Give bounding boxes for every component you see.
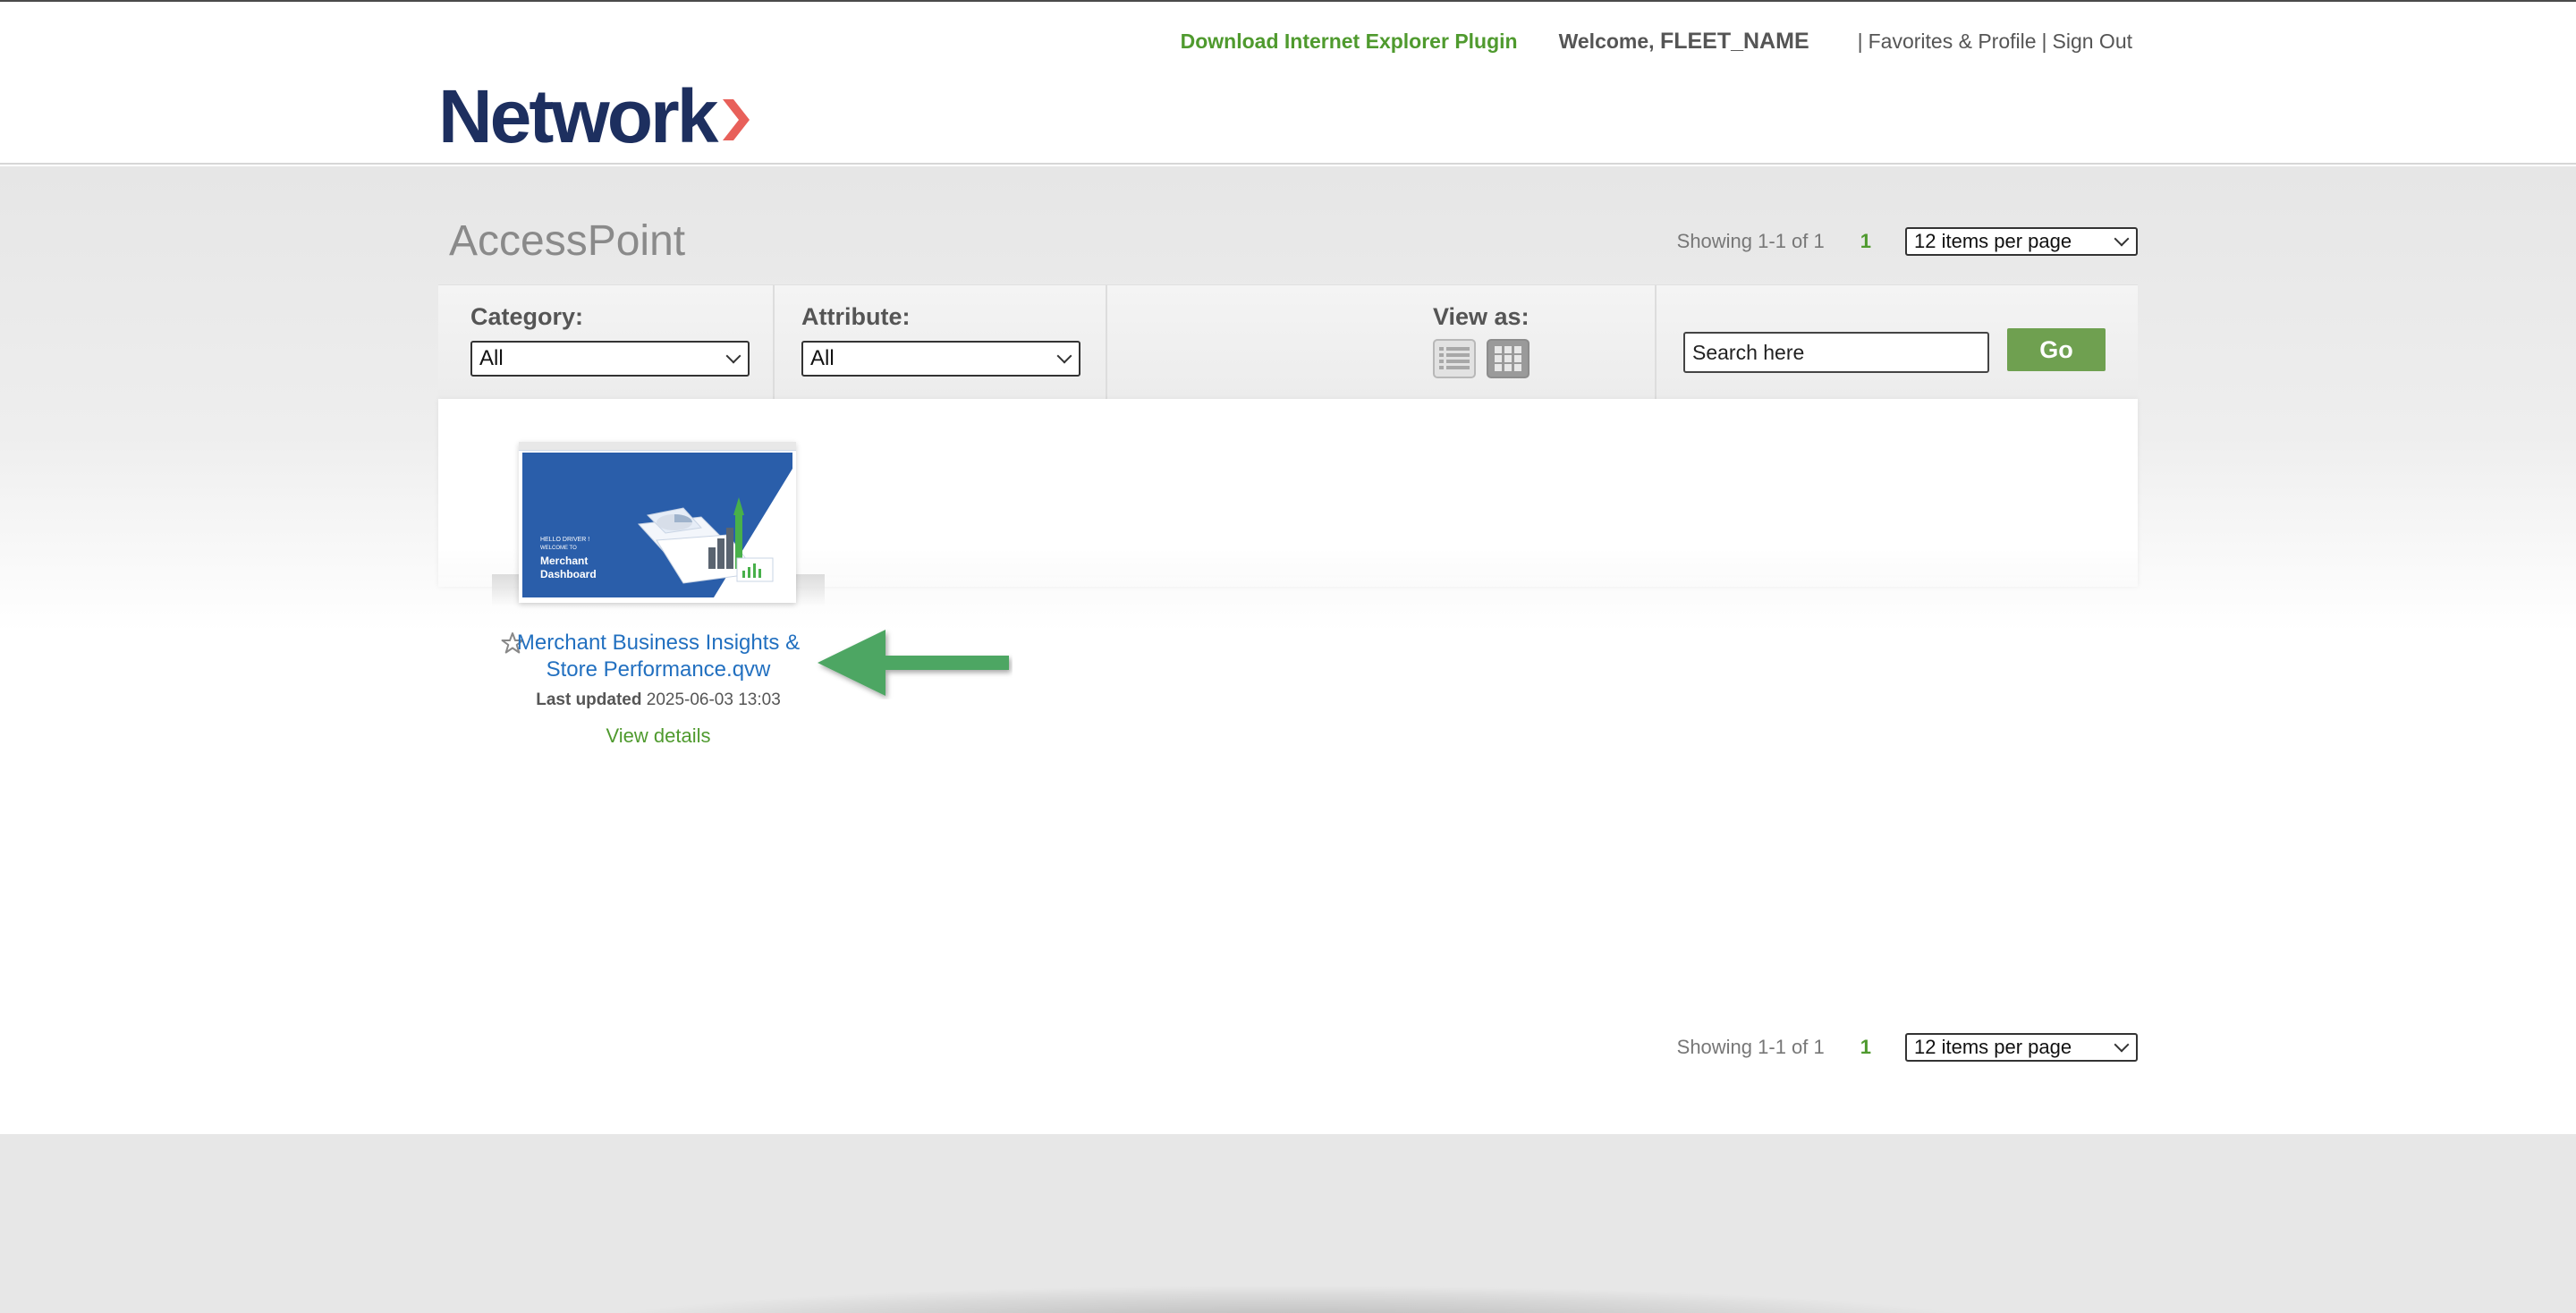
go-button[interactable]: Go <box>2007 328 2106 371</box>
category-label: Category: <box>470 303 584 330</box>
favorites-profile-link[interactable]: Favorites & Profile <box>1868 30 2037 54</box>
view-details-link[interactable]: View details <box>606 724 711 747</box>
chevron-down-icon <box>1056 348 1072 364</box>
chevron-right-icon <box>723 99 750 140</box>
list-view-icon <box>1439 347 1470 369</box>
attribute-select[interactable]: All <box>801 341 1080 377</box>
last-updated-value: 2025-06-03 13:03 <box>646 690 781 709</box>
last-updated-label: Last updated <box>536 690 642 709</box>
items-per-page-select[interactable]: 12 items per page <box>1905 227 2138 256</box>
thumb-greeting-1: HELLO DRIVER ! <box>540 537 589 543</box>
list-view-button[interactable] <box>1433 339 1476 378</box>
site-footer <box>0 1134 2576 1313</box>
last-updated: Last updated 2025-06-03 13:03 <box>492 690 825 710</box>
grid-view-icon <box>1495 346 1521 371</box>
page-number-link[interactable]: 1 <box>1860 230 1871 253</box>
filter-bar: Category: All Attribute: All View as: Se… <box>438 284 2138 400</box>
document-title: Merchant Business Insights & Store Perfo… <box>492 630 825 683</box>
pager-bottom: Showing 1-1 of 1 1 12 items per page <box>1677 1033 2138 1062</box>
showing-count: Showing 1-1 of 1 <box>1676 1036 1825 1058</box>
footer-shadow <box>590 1286 1986 1313</box>
items-per-page-value: 12 items per page <box>1914 1036 2072 1058</box>
thumb-heading-2: Dashboard <box>540 568 597 580</box>
items-per-page-value: 12 items per page <box>1914 230 2072 252</box>
download-ie-plugin-link[interactable]: Download Internet Explorer Plugin <box>1181 30 1518 54</box>
attribute-filter: Attribute: All <box>775 285 1107 400</box>
thumb-heading-1: Merchant <box>540 555 588 567</box>
thumbnail-topbar <box>519 442 796 451</box>
attribute-value: All <box>810 346 835 370</box>
category-value: All <box>479 346 504 370</box>
link-separator: | <box>1857 30 1863 53</box>
chevron-down-icon <box>2114 1037 2130 1053</box>
document-thumbnail[interactable]: HELLO DRIVER ! WELCOME TO Merchant Dashb… <box>492 442 825 606</box>
view-as-section: View as: <box>1107 285 1657 400</box>
network-logo[interactable]: Network <box>438 79 751 154</box>
showing-count: Showing 1-1 of 1 <box>1676 230 1825 252</box>
page-number-link[interactable]: 1 <box>1860 1036 1871 1059</box>
document-title-link[interactable]: Merchant Business Insights & Store Perfo… <box>517 631 800 682</box>
chevron-down-icon <box>2114 231 2130 247</box>
items-per-page-select[interactable]: 12 items per page <box>1905 1033 2138 1062</box>
grid-view-button[interactable] <box>1487 339 1530 378</box>
chevron-down-icon <box>725 348 741 364</box>
site-header: Download Internet Explorer Plugin Welcom… <box>0 2 2576 165</box>
thumbnail-frame: HELLO DRIVER ! WELCOME TO Merchant Dashb… <box>519 442 796 603</box>
pager-top: Showing 1-1 of 1 1 12 items per page <box>1677 227 2138 256</box>
category-filter: Category: All <box>438 285 775 400</box>
sign-out-link[interactable]: Sign Out <box>2053 30 2133 54</box>
username: FLEET_NAME <box>1659 29 1809 54</box>
page-title: AccessPoint <box>449 217 686 265</box>
logo-text: Network <box>438 74 718 158</box>
view-as-label: View as: <box>1433 303 1530 330</box>
thumb-greeting-2: WELCOME TO <box>540 546 577 551</box>
merchant-dashboard-preview: HELLO DRIVER ! WELCOME TO Merchant Dashb… <box>522 453 792 597</box>
view-details: View details <box>492 724 825 748</box>
welcome-prefix: Welcome, <box>1558 30 1655 53</box>
green-arrow-icon <box>818 630 1009 696</box>
search-input[interactable] <box>1683 332 1989 373</box>
welcome-message: Welcome, FLEET_NAME <box>1559 29 1809 55</box>
top-links: Download Internet Explorer Plugin Welcom… <box>1181 29 2138 55</box>
search-section: Go <box>1657 285 2138 400</box>
category-select[interactable]: All <box>470 341 750 377</box>
attribute-label: Attribute: <box>801 303 911 330</box>
link-separator: | <box>2041 30 2047 53</box>
